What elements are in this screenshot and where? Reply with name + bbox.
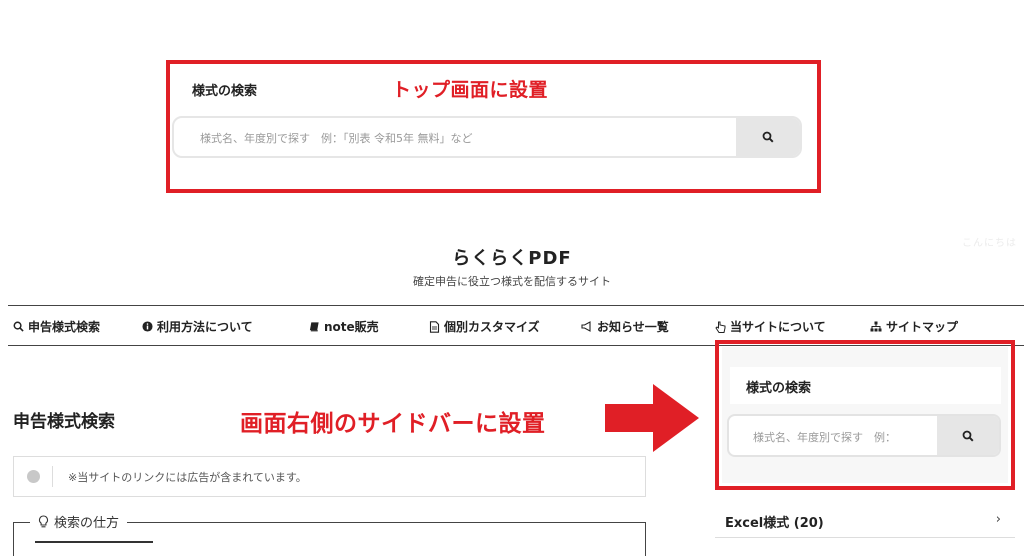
sitemap-icon: [870, 321, 882, 333]
nav-item-about[interactable]: 当サイトについて: [714, 318, 826, 335]
lightbulb-icon: [38, 515, 49, 528]
sidebar-category-item[interactable]: Excel様式 (20) ›: [715, 505, 1015, 538]
book-icon: [308, 321, 320, 333]
page-title: 申告様式検索: [13, 412, 115, 432]
nav-item-usage[interactable]: 利用方法について: [141, 318, 253, 335]
howto-label: 検索の仕方: [54, 516, 120, 531]
sidebar-callout-frame: [715, 340, 1015, 490]
nav-item-label: note販売: [324, 320, 379, 334]
howto-heading: 検索の仕方: [30, 512, 128, 531]
nav-item-label: 当サイトについて: [730, 320, 826, 334]
nav-item-label: お知らせ一覧: [597, 320, 669, 334]
nav-item-search[interactable]: 申告様式検索: [12, 318, 100, 335]
top-search-input[interactable]: 様式名、年度別で探す 例：「別表 令和5年 無料」など: [200, 130, 473, 146]
nav-item-label: 個別カスタマイズ: [444, 320, 540, 334]
top-callout-annotation: トップ画面に設置: [392, 79, 549, 101]
ad-notice-text: ※当サイトのリンクには広告が含まれています。: [68, 471, 307, 484]
howto-underline: [35, 541, 153, 543]
pointer-icon: [714, 321, 726, 333]
top-search-button[interactable]: [736, 118, 800, 156]
top-search-bar[interactable]: 様式名、年度別で探す 例：「別表 令和5年 無料」など: [172, 116, 802, 158]
divider: [52, 466, 53, 487]
sidebar-annotation: 画面右側のサイドバーに設置: [240, 411, 546, 437]
category-label: Excel様式 (20): [725, 516, 824, 531]
file-icon: [428, 320, 440, 333]
megaphone-icon: [581, 321, 593, 333]
site-tagline: 確定申告に役立つ様式を配信するサイト: [413, 275, 611, 288]
nav-item-custom[interactable]: 個別カスタマイズ: [428, 318, 540, 335]
site-title[interactable]: らくらくPDF: [0, 244, 1024, 270]
info-dot-icon: [27, 470, 40, 483]
nav-item-note[interactable]: note販売: [308, 318, 379, 335]
nav-item-news[interactable]: お知らせ一覧: [581, 318, 669, 335]
arrow-right-icon: [605, 384, 699, 452]
top-search-title: 様式の検索: [192, 84, 258, 99]
chevron-right-icon: ›: [995, 512, 1001, 527]
info-icon: [141, 321, 153, 333]
search-icon: [12, 321, 24, 333]
nav-item-label: 申告様式検索: [28, 320, 101, 334]
nav-item-label: 利用方法について: [157, 320, 253, 334]
nav-item-label: サイトマップ: [886, 320, 959, 334]
nav-item-sitemap[interactable]: サイトマップ: [870, 318, 958, 335]
ad-notice: ※当サイトのリンクには広告が含まれています。: [13, 456, 646, 497]
search-icon: [762, 131, 774, 143]
